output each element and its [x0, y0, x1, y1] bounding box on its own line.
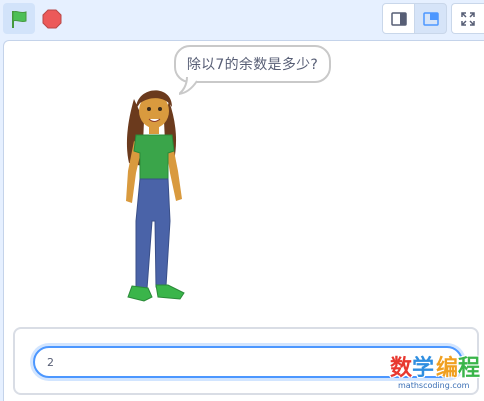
- stage-canvas[interactable]: 除以7的余数是多少?: [3, 40, 484, 401]
- watermark-char: 编: [436, 356, 459, 381]
- watermark-char: 数: [390, 356, 413, 381]
- stage-toolbar: [0, 0, 484, 38]
- small-stage-icon: [390, 11, 407, 26]
- normal-stage-button[interactable]: [414, 3, 447, 34]
- fullscreen-button[interactable]: [451, 3, 484, 34]
- watermark-char: 学: [412, 356, 435, 381]
- fullscreen-icon: [461, 11, 475, 26]
- girl-sprite[interactable]: [114, 71, 209, 316]
- watermark-char: 程: [458, 356, 481, 381]
- small-stage-button[interactable]: [382, 3, 415, 34]
- stop-button[interactable]: [37, 3, 67, 34]
- green-flag-button[interactable]: [3, 3, 35, 34]
- stop-sign-icon: [42, 9, 62, 28]
- mathscoding-watermark: 数 学 编 程 mathscoding.com: [390, 350, 482, 398]
- normal-stage-icon: [422, 11, 439, 26]
- watermark-url: mathscoding.com: [398, 381, 470, 390]
- green-flag-icon: [12, 10, 27, 28]
